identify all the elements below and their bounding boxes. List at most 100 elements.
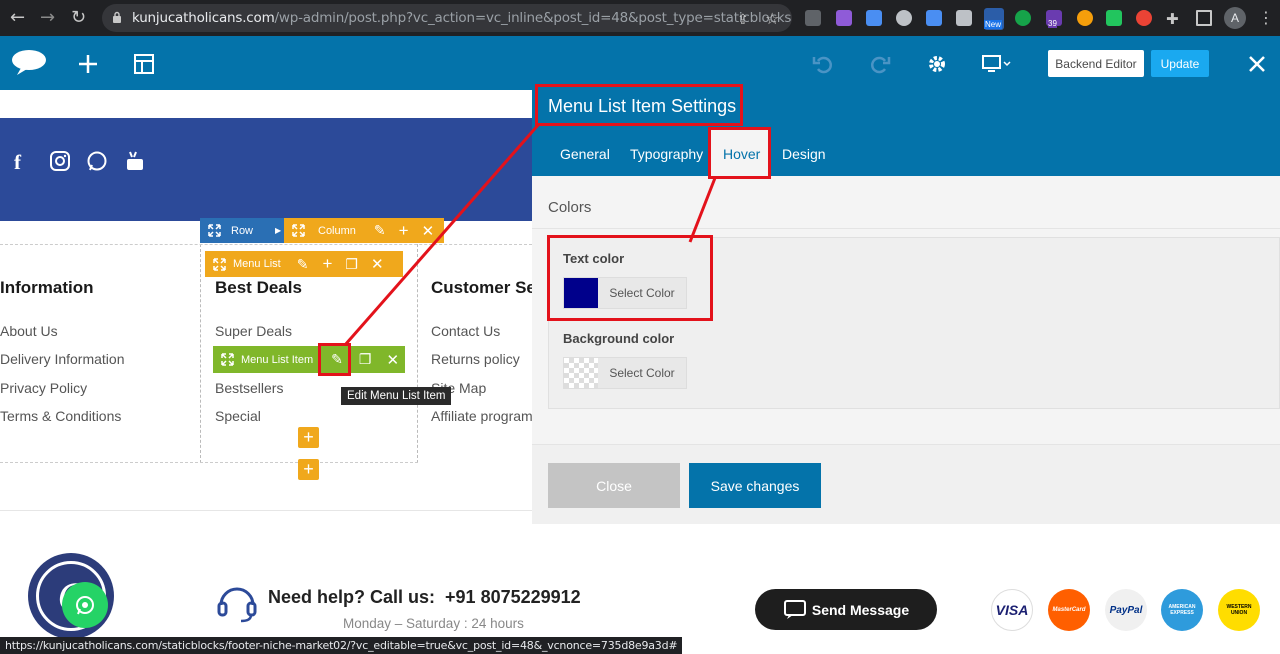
templates-icon[interactable] [133,53,155,75]
back-icon[interactable]: ← [10,8,25,28]
status-bar-url: https://kunjucatholicans.com/staticblock… [0,637,683,654]
row-divider-bottom [0,462,418,463]
extension-camera-icon[interactable] [956,10,972,26]
url-path: /wp-admin/post.php?vc_action=vc_inline&p… [274,10,792,26]
menu-list-delete-icon[interactable]: ✕ [371,255,384,273]
whatsapp-float-button[interactable] [62,582,108,628]
undo-icon[interactable] [812,53,834,75]
footer-link[interactable]: Super Deals [215,323,292,339]
send-message-button[interactable]: Send Message [755,589,937,630]
footer-link[interactable]: Privacy Policy [0,380,87,396]
column-label: Column [318,224,356,237]
footer-link[interactable]: Special [215,408,261,424]
bookmark-star-icon[interactable]: ☆ [765,9,779,29]
column-control[interactable]: Column ✎ + ✕ [284,218,444,243]
extension-translate-icon[interactable] [926,10,942,26]
add-element-icon[interactable] [77,53,99,75]
extension-globe-icon[interactable] [896,10,912,26]
row-control[interactable]: Row ▶ [200,218,284,243]
instagram-icon[interactable] [49,150,71,172]
save-changes-button[interactable]: Save changes [689,463,821,508]
help-hours-text: Monday – Saturday : 24 hours [343,616,524,631]
extension-grammarly-icon[interactable] [1015,10,1031,26]
transparent-swatch [564,358,598,388]
lock-icon [113,11,121,23]
column-heading-best-deals: Best Deals [215,278,302,297]
column-edit-icon[interactable]: ✎ [374,222,386,239]
close-editor-icon[interactable] [1248,55,1266,73]
extension-docs-icon[interactable] [866,10,882,26]
menu-list-clone-icon[interactable]: ❐ [345,256,358,273]
facebook-icon[interactable]: f [14,150,36,174]
send-message-label: Send Message [811,601,910,618]
builder-logo-icon[interactable] [11,49,47,75]
footer-link[interactable]: About Us [0,323,58,339]
extension-orange-icon[interactable] [1077,10,1093,26]
annotation-box-edit [318,343,351,376]
amex-icon: AMERICAN EXPRESS [1161,589,1203,631]
move-icon[interactable] [208,224,221,237]
footer-link[interactable]: Bestsellers [215,380,283,396]
profile-avatar[interactable]: A [1224,7,1246,29]
row-divider-top [0,244,532,245]
settings-gear-icon[interactable] [926,53,948,75]
sidepanel-icon[interactable] [1196,10,1212,26]
move-icon[interactable] [213,257,226,271]
forward-icon[interactable]: → [40,8,55,28]
row-expand-icon[interactable]: ▶ [275,226,281,235]
section-divider [0,510,532,511]
reload-icon[interactable]: ↻ [71,8,86,28]
move-icon[interactable] [221,353,234,366]
extension-green-icon[interactable] [1106,10,1122,26]
tab-general[interactable]: General [560,146,610,162]
tab-typography[interactable]: Typography [630,146,703,162]
headset-icon [217,587,257,623]
footer-link[interactable]: Terms & Conditions [0,408,121,424]
whatsapp-icon[interactable] [86,150,108,172]
footer-link[interactable]: Contact Us [431,323,500,339]
column-add-icon[interactable]: + [399,221,409,241]
move-icon[interactable] [292,224,305,237]
footer-link[interactable]: Delivery Information [0,351,125,367]
add-element-plus-icon[interactable]: + [298,459,319,480]
update-button[interactable]: Update [1151,50,1209,77]
address-bar[interactable]: kunjucatholicans.com/wp-admin/post.php?v… [102,4,792,32]
background-color-picker[interactable]: Select Color [563,357,687,389]
share-icon[interactable]: ⇪ [737,10,749,30]
close-button[interactable]: Close [548,463,680,508]
new-badge: New [984,20,1003,29]
whatsapp-icon [76,596,94,615]
extension-chrome-icon[interactable] [1136,10,1152,26]
url-host: kunjucatholicans.com [132,10,275,26]
extensions-puzzle-icon[interactable]: ✚ [1166,9,1179,29]
add-element-plus-icon[interactable]: + [298,427,319,448]
menu-list-item-delete-icon[interactable]: ✕ [386,351,399,369]
menu-list-control[interactable]: Menu List ✎ + ❐ ✕ [205,251,403,277]
tab-design[interactable]: Design [782,146,826,162]
menu-list-item-label: Menu List Item [241,353,314,366]
column-divider [200,244,201,463]
footer-link[interactable]: Returns policy [431,351,520,367]
responsive-view-icon[interactable] [982,55,1012,73]
header-banner [0,118,532,221]
background-color-label: Background color [563,331,675,346]
redo-icon[interactable] [869,53,891,75]
menu-list-item-clone-icon[interactable]: ❐ [359,351,372,368]
help-phone-text: Need help? Call us: +91 8075229912 [268,587,581,607]
mastercard-icon: MasterCard [1048,589,1090,631]
annotation-box-title [535,84,743,126]
youtube-icon[interactable] [124,150,146,172]
backend-editor-button[interactable]: Backend Editor [1048,50,1144,77]
extension-recycle-icon[interactable] [805,10,821,26]
select-color-label: Select Color [609,366,675,380]
row-label: Row [231,224,254,237]
extension-feather-icon[interactable] [836,10,852,26]
extension-news-icon[interactable]: New [984,8,1004,30]
column-delete-icon[interactable]: ✕ [422,222,435,240]
extension-badge-icon[interactable]: 39 [1046,10,1062,28]
menu-list-add-icon[interactable]: + [322,254,332,274]
menu-list-edit-icon[interactable]: ✎ [297,256,309,273]
footer-link[interactable]: Affiliate program [431,408,532,424]
menu-list-item-control[interactable]: Menu List Item ✎ ❐ ✕ [213,346,405,373]
menu-kebab-icon[interactable]: ⋮ [1258,8,1274,28]
